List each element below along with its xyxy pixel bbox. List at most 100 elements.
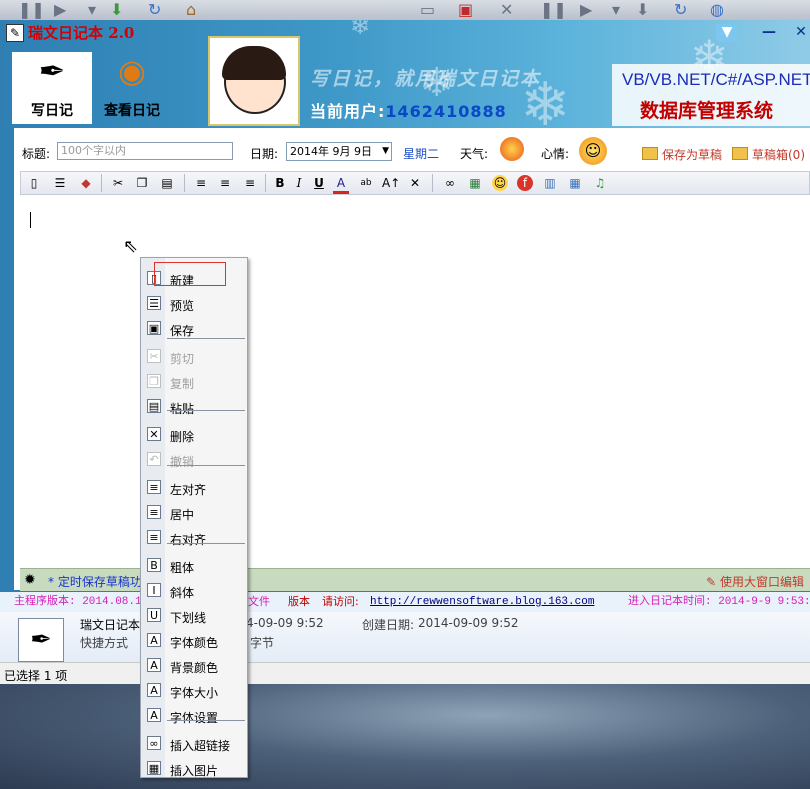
- gear-icon[interactable]: ✹: [24, 572, 36, 588]
- minimize-button[interactable]: —: [758, 24, 780, 42]
- write-diary-label: 写日记: [31, 103, 73, 119]
- music-icon[interactable]: ♫: [592, 175, 608, 191]
- refresh-icon[interactable]: ↻: [674, 0, 687, 20]
- created-label: 创建日期:: [362, 618, 415, 632]
- font-color-icon: A: [147, 633, 161, 647]
- cut-icon[interactable]: ✂: [110, 175, 126, 191]
- context-menu-item[interactable]: B 粗体: [141, 555, 247, 577]
- pause-icon[interactable]: ❚❚: [18, 0, 45, 20]
- close-icon[interactable]: ✕: [500, 0, 513, 20]
- download-icon[interactable]: ⬇: [636, 0, 649, 20]
- context-menu-item[interactable]: ▤ 粘贴: [141, 396, 247, 418]
- cut-icon: ✂: [147, 349, 161, 363]
- context-menu-item: ❐ 复制: [141, 371, 247, 393]
- context-menu-label: 保存: [170, 324, 195, 338]
- promo-banner[interactable]: VB/VB.NET/C#/ASP.NET 数据库管理系统: [612, 64, 810, 126]
- refresh-icon[interactable]: ↻: [148, 0, 161, 20]
- dropdown-menu-icon[interactable]: ▼: [716, 24, 738, 42]
- preview-icon: ☰: [147, 296, 161, 310]
- chevron-down-icon[interactable]: ▾: [88, 0, 96, 20]
- title-input[interactable]: 100个字以内: [57, 142, 233, 160]
- view-diary-label: 查看日记: [104, 103, 160, 119]
- link-icon[interactable]: ∞: [442, 175, 458, 191]
- context-menu-item[interactable]: A 字体大小: [141, 680, 247, 702]
- write-diary-button[interactable]: ✒ 写日记: [12, 52, 92, 124]
- table-icon[interactable]: ▥: [542, 175, 558, 191]
- drafts-button[interactable]: 草稿箱(0): [732, 146, 805, 163]
- close-button[interactable]: ✕: [790, 24, 810, 42]
- globe-icon[interactable]: ◍: [710, 0, 724, 20]
- smiley-icon[interactable]: ☺: [579, 137, 607, 165]
- image-icon[interactable]: ▦: [467, 175, 483, 191]
- font-size-icon: A: [147, 683, 161, 697]
- smiley-icon[interactable]: ☺: [492, 175, 508, 191]
- highlight-icon[interactable]: ab: [358, 175, 374, 191]
- context-menu-item[interactable]: ≡ 左对齐: [141, 477, 247, 499]
- context-menu-label: 粗体: [170, 561, 195, 575]
- view-diary-button[interactable]: ◉ 查看日记: [92, 52, 172, 124]
- monitor-error-icon[interactable]: ▣: [458, 0, 473, 20]
- preview-icon[interactable]: ☰: [52, 175, 68, 191]
- chevron-down-icon[interactable]: ▾: [612, 0, 620, 20]
- sun-icon[interactable]: [500, 137, 524, 161]
- italic-icon[interactable]: I: [291, 175, 307, 191]
- paste-icon[interactable]: ▤: [159, 175, 175, 191]
- file-name: 瑞文日记本: [80, 618, 141, 632]
- title-label: 标题:: [22, 147, 51, 161]
- eraser-icon[interactable]: ◆: [78, 175, 94, 191]
- download-icon[interactable]: ⬇: [110, 0, 123, 20]
- current-user-label: 当前用户:: [310, 102, 386, 121]
- bold-icon[interactable]: B: [272, 175, 288, 191]
- undo-icon: ↶: [147, 452, 161, 466]
- created-value: 2014-09-09 9:52: [418, 616, 519, 630]
- align-center-icon[interactable]: ≡: [217, 175, 233, 191]
- flash-icon[interactable]: f: [517, 175, 533, 191]
- monitor-icon[interactable]: ▭: [420, 0, 435, 20]
- chevron-down-icon[interactable]: ▼: [382, 143, 389, 160]
- underline-icon: U: [147, 608, 161, 622]
- diary-text-area[interactable]: [20, 196, 810, 566]
- context-menu-item[interactable]: A 字体颜色: [141, 630, 247, 652]
- context-menu-item[interactable]: U 下划线: [141, 605, 247, 627]
- play-icon[interactable]: ▶: [580, 0, 592, 20]
- image-icon: ▦: [147, 761, 161, 775]
- context-menu: ▯ 新建 ☰ 预览 ▣ 保存 ✂ 剪切 ❐ 复制 ▤ 粘贴 ✕ 删除 ↶ 撤销 ≡ 左对齐 ≡ 居中 ≡ 右对齐 B 粗体 I 斜…: [140, 257, 248, 778]
- context-menu-item[interactable]: A 字体设置: [141, 705, 247, 727]
- menu-separator: [167, 465, 245, 466]
- pause-icon[interactable]: ❚❚: [540, 0, 567, 20]
- context-menu-item[interactable]: ▦ 插入图片: [141, 758, 247, 780]
- website-link[interactable]: http://rewwensoftware.blog.163.com: [370, 592, 594, 612]
- new-doc-icon[interactable]: ▯: [26, 175, 42, 191]
- font-color-icon[interactable]: A: [333, 175, 349, 194]
- context-menu-item[interactable]: ✕ 删除: [141, 424, 247, 446]
- slogan: 写日记，就用瑞文日记本: [310, 68, 542, 90]
- context-menu-item[interactable]: I 斜体: [141, 580, 247, 602]
- align-center-icon: ≡: [147, 505, 161, 519]
- italic-icon: I: [147, 583, 161, 597]
- font-size-icon[interactable]: A↑: [382, 175, 400, 191]
- tools-icon[interactable]: ✕: [407, 175, 423, 191]
- file-type: 快捷方式: [80, 636, 129, 650]
- selection-count: 已选择 1 项: [4, 669, 68, 683]
- context-menu-item[interactable]: ≡ 右对齐: [141, 527, 247, 549]
- context-menu-label: 撤销: [170, 455, 195, 469]
- grid-icon[interactable]: ▦: [567, 175, 583, 191]
- date-picker[interactable]: 2014年 9月 9日 ▼: [286, 142, 392, 161]
- context-menu-item[interactable]: ▣ 保存: [141, 318, 247, 340]
- context-menu-item[interactable]: A 背景颜色: [141, 655, 247, 677]
- file-version: 文件: [248, 595, 270, 608]
- drafts-label: 草稿箱(0): [752, 148, 805, 162]
- context-menu-label: 粘贴: [170, 402, 195, 416]
- context-menu-label: 字体设置: [170, 711, 219, 725]
- save-draft-button[interactable]: 保存为草稿: [642, 146, 722, 163]
- context-menu-item[interactable]: ☰ 预览: [141, 293, 247, 315]
- home-icon[interactable]: ⌂: [186, 0, 196, 20]
- copy-icon[interactable]: ❐: [134, 175, 150, 191]
- align-left-icon[interactable]: ≡: [193, 175, 209, 191]
- play-icon[interactable]: ▶: [54, 0, 66, 20]
- underline-icon[interactable]: U: [311, 175, 327, 191]
- context-menu-item[interactable]: ≡ 居中: [141, 502, 247, 524]
- align-right-icon[interactable]: ≡: [242, 175, 258, 191]
- context-menu-item[interactable]: ∞ 插入超链接: [141, 733, 247, 755]
- big-window-button[interactable]: ✎ 使用大窗口编辑: [706, 573, 804, 590]
